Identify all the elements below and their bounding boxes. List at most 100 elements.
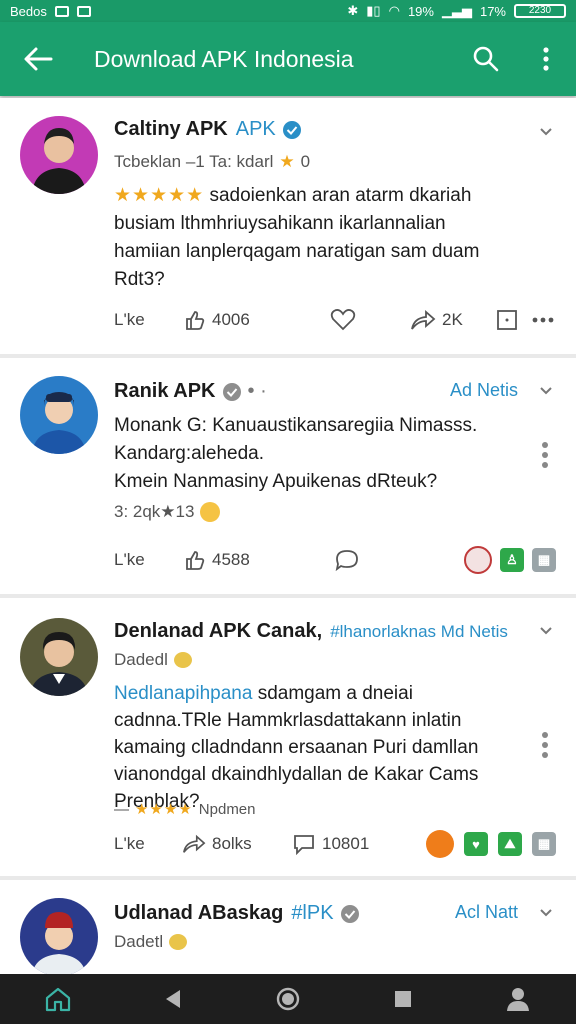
page-title: Download APK Indonesia	[94, 45, 354, 72]
more-options-button[interactable]	[516, 22, 576, 96]
sponsored-link[interactable]: Acl Natt	[455, 902, 518, 923]
author-name[interactable]: Udlanad ABaskag	[114, 902, 283, 925]
search-icon	[473, 46, 499, 72]
app-grey-icon: ▦	[532, 832, 556, 856]
home-icon	[45, 987, 70, 1012]
person-icon	[507, 988, 530, 1011]
verified-icon	[282, 120, 301, 139]
author-tag[interactable]: #lPK	[291, 902, 333, 925]
comment-button[interactable]: 10801	[292, 833, 402, 855]
more-vertical-icon	[543, 47, 549, 71]
back-nav-button[interactable]	[143, 974, 203, 1024]
post-header: Ranik APK • ·	[114, 380, 426, 403]
post-menu-button[interactable]	[542, 728, 550, 762]
post-line: Kandarg:aleheda.	[114, 443, 265, 464]
home-nav-button[interactable]	[258, 974, 318, 1024]
screenshot-icon	[54, 5, 69, 17]
sponsored-link[interactable]: Ad Netis	[450, 380, 518, 401]
post-card: Denlanad APK Canak, #lhanorlaknas Md Net…	[0, 598, 576, 876]
rating-stars: ★★★★★	[114, 185, 205, 206]
repost-count: 2K	[442, 310, 463, 329]
like-label: L'ke	[114, 310, 145, 329]
home-tab-button[interactable]	[28, 974, 88, 1024]
share-button[interactable]: 4588	[184, 549, 334, 571]
thumbs-up-icon	[186, 311, 205, 330]
author-name[interactable]: Denlanad APK Canak,	[114, 620, 322, 643]
share-count: 8olks	[212, 834, 252, 853]
post-header: Udlanad ABaskag #lPK	[114, 902, 426, 925]
battery-icon: 2230	[514, 4, 566, 18]
avatar[interactable]	[20, 116, 98, 194]
back-button[interactable]	[0, 22, 76, 96]
bluetooth-icon: ✱	[347, 3, 359, 18]
chevron-down-icon[interactable]	[538, 124, 554, 140]
post-line: Monank G: Kanuaustikansaregiia Nimasss.	[114, 415, 478, 436]
reaction-avatar[interactable]: ♙ ▦	[464, 546, 556, 574]
share-arrow-icon	[183, 834, 206, 853]
like-label: L'ke	[114, 550, 145, 569]
emoji-icon	[173, 652, 192, 668]
arrow-left-icon	[24, 47, 53, 71]
recents-nav-button[interactable]	[373, 974, 433, 1024]
post-actions: L'ke 8olks 10801 ♥ ⛰ ▦	[114, 824, 556, 864]
comment-icon	[294, 835, 314, 855]
post-card: Ranik APK • · Ad Netis Monank G: Kanuaus…	[0, 358, 576, 594]
chevron-down-icon[interactable]	[538, 623, 554, 639]
post-meta-text: Tcbeklan –1 Ta: kdarl	[114, 152, 274, 171]
share-button[interactable]: 4006	[184, 309, 330, 331]
chevron-down-icon[interactable]	[538, 383, 554, 399]
emoji-orange-icon	[426, 830, 454, 858]
author-tag[interactable]: #lhanorlaknas Md Netis	[330, 622, 508, 642]
post-link[interactable]: Nedlanapihpana	[114, 683, 252, 704]
more-horizontal-icon	[532, 317, 554, 323]
app-grey-icon: ▦	[532, 548, 556, 572]
post-meta-text: Dadedl	[114, 650, 168, 669]
like-label: L'ke	[114, 834, 145, 853]
search-button[interactable]	[456, 22, 516, 96]
author-tag[interactable]: APK	[236, 118, 276, 141]
post-meta: Dadetl	[114, 932, 188, 952]
like-button[interactable]: L'ke	[114, 550, 184, 570]
like-button[interactable]: L'ke	[114, 310, 184, 330]
status-bar: Bedos ✱ ▮▯ ◠ 19% ▁▃▅ 17% 2230	[0, 0, 576, 22]
battery-percent: 19%	[407, 3, 434, 19]
thumbs-up-icon	[186, 551, 205, 570]
bookmark-button[interactable]	[496, 309, 532, 331]
avatar[interactable]	[20, 618, 98, 696]
ellipsis-icon: • ·	[247, 380, 267, 402]
author-name[interactable]: Ranik APK	[114, 380, 216, 403]
like-button[interactable]: L'ke	[114, 834, 182, 854]
verified-icon	[340, 904, 359, 923]
avatar[interactable]	[20, 376, 98, 454]
app-green-icon: ⛰	[498, 832, 522, 856]
rating-stars: ★★★★	[135, 801, 193, 818]
person-portrait	[32, 128, 86, 194]
mini-avatar-icon	[464, 546, 492, 574]
profile-tab-button[interactable]	[488, 974, 548, 1024]
post-card: Udlanad ABaskag #lPK Acl Natt Dadetl	[0, 880, 576, 976]
share-button[interactable]: 8olks	[182, 833, 292, 855]
author-name[interactable]: Caltiny APK	[114, 118, 228, 141]
share-count: 4006	[212, 310, 250, 329]
favorite-button[interactable]	[330, 308, 410, 332]
repost-button[interactable]: 2K	[410, 309, 496, 331]
post-card: Caltiny APK APK Tcbeklan –1 Ta: kdarl ★ …	[0, 98, 576, 354]
wifi-icon: ◠	[388, 3, 400, 18]
post-stat-text: 3: 2qk★13	[114, 502, 195, 521]
footer-dash: —	[114, 800, 129, 818]
post-header: Denlanad APK Canak, #lhanorlaknas Md Net…	[114, 620, 518, 643]
post-actions: L'ke 4006 2K	[114, 300, 556, 340]
post-menu-button[interactable]	[542, 438, 550, 472]
avatar[interactable]	[20, 898, 98, 976]
chat-bubble-icon	[335, 550, 358, 572]
app-bar: Download APK Indonesia	[0, 22, 576, 96]
app-shortcuts[interactable]: ♥ ⛰ ▦	[426, 830, 556, 858]
share-count: 4588	[212, 550, 250, 569]
status-carrier: Bedos	[10, 3, 47, 19]
comment-button[interactable]	[334, 548, 444, 572]
post-line: Kmein Nanmasiny Apuikenas dRteuk?	[114, 471, 438, 492]
chevron-down-icon[interactable]	[538, 905, 554, 921]
square-recents-icon	[395, 991, 412, 1007]
more-horizontal-button[interactable]	[532, 316, 554, 324]
notification-icon	[76, 5, 91, 17]
